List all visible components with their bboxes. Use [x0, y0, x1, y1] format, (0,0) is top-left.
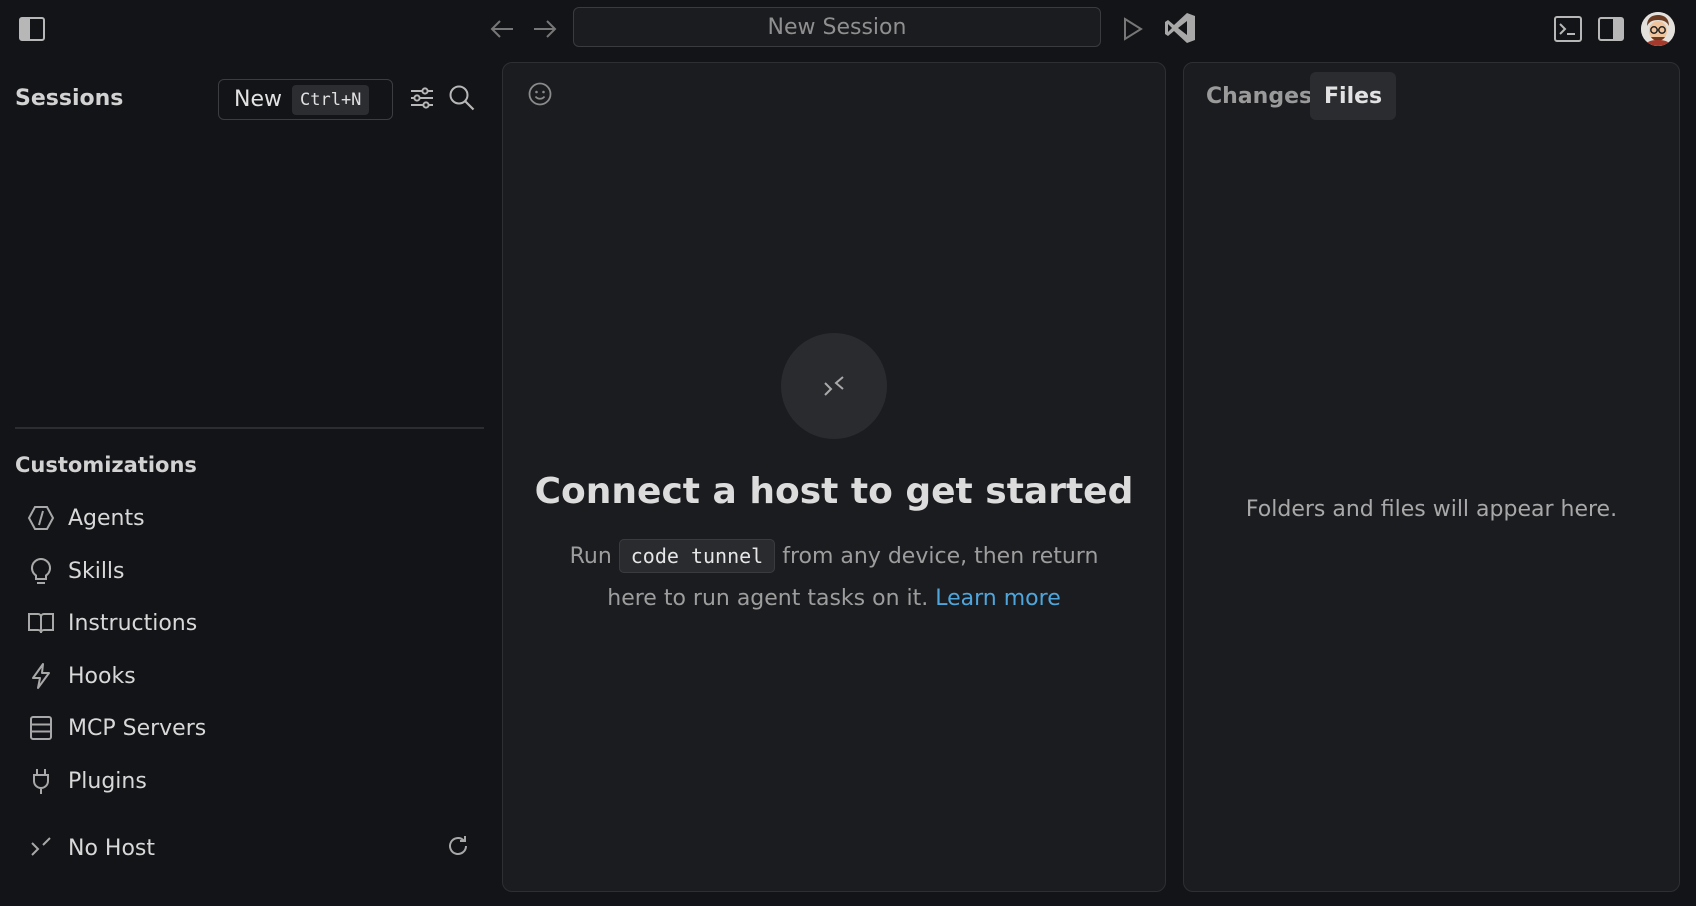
sidebar: Sessions New Ctrl+N Customizations Agent… — [0, 58, 500, 906]
refresh-icon[interactable] — [441, 829, 475, 863]
learn-more-link[interactable]: Learn more — [935, 586, 1060, 611]
disconnected-icon — [821, 373, 847, 399]
filter-icon[interactable] — [406, 82, 438, 114]
agents-icon — [26, 503, 56, 533]
back-arrow-icon[interactable] — [486, 13, 518, 45]
sidebar-item-label: MCP Servers — [68, 715, 207, 741]
files-empty-message: Folders and files will appear here. — [1245, 497, 1618, 522]
avatar[interactable] — [1641, 12, 1675, 46]
new-session-button[interactable]: New Ctrl+N — [218, 79, 393, 120]
sidebar-item-hooks[interactable]: Hooks — [26, 656, 136, 696]
lightning-icon — [26, 661, 56, 691]
sidebar-item-label: Skills — [68, 558, 125, 584]
forward-arrow-icon[interactable] — [529, 13, 561, 45]
sidebar-divider — [15, 427, 484, 429]
connect-title: Connect a host to get started — [534, 471, 1134, 512]
sidebar-item-agents[interactable]: Agents — [26, 498, 145, 538]
chat-panel: Connect a host to get started Run code t… — [502, 62, 1166, 892]
customizations-title: Customizations — [15, 453, 197, 477]
sidebar-item-label: Hooks — [68, 663, 136, 689]
new-session-label: New — [234, 87, 282, 112]
server-icon — [26, 713, 56, 743]
code-snippet: code tunnel — [618, 539, 776, 573]
terminal-icon[interactable] — [1551, 13, 1585, 45]
lightbulb-icon — [26, 556, 56, 586]
tab-changes[interactable]: Changes — [1192, 72, 1326, 120]
sidebar-item-mcp-servers[interactable]: MCP Servers — [26, 708, 206, 748]
sessions-title: Sessions — [15, 86, 124, 111]
plug-icon — [26, 766, 56, 796]
title-bar: New Session — [0, 0, 1696, 58]
tab-files[interactable]: Files — [1310, 72, 1397, 120]
disconnected-icon — [26, 833, 56, 863]
session-title[interactable]: New Session — [573, 7, 1101, 47]
keyboard-shortcut: Ctrl+N — [292, 84, 370, 115]
connect-description: Run code tunnel from any device, then re… — [563, 535, 1105, 620]
toggle-sidebar-icon[interactable] — [16, 13, 48, 45]
sidebar-item-label: Plugins — [68, 768, 147, 794]
book-icon — [26, 608, 56, 638]
sidebar-item-label: Agents — [68, 505, 145, 531]
smiley-icon[interactable] — [525, 79, 555, 109]
host-status[interactable]: No Host — [26, 828, 155, 868]
host-label: No Host — [68, 835, 156, 861]
search-icon[interactable] — [446, 82, 478, 114]
sidebar-item-instructions[interactable]: Instructions — [26, 603, 197, 643]
sidebar-item-skills[interactable]: Skills — [26, 551, 125, 591]
files-panel: Changes Files Folders and files will app… — [1183, 62, 1680, 892]
vscode-logo-icon — [1162, 10, 1198, 46]
connect-host-badge — [781, 333, 887, 439]
run-text: Run — [569, 544, 612, 569]
sidebar-item-plugins[interactable]: Plugins — [26, 761, 147, 801]
sidebar-item-label: Instructions — [68, 610, 198, 636]
run-icon[interactable] — [1116, 13, 1148, 45]
toggle-secondary-sidebar-icon[interactable] — [1594, 13, 1628, 45]
